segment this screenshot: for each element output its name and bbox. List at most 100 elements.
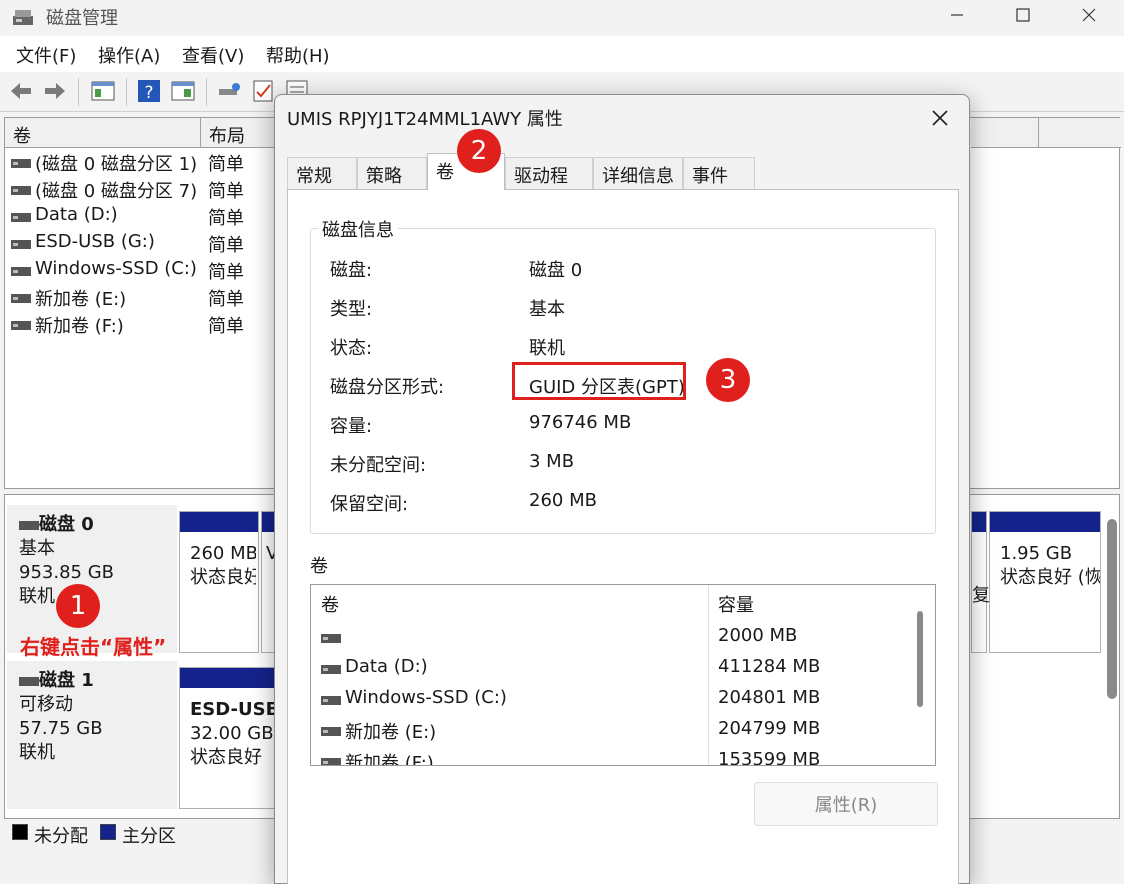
drive-icon bbox=[321, 696, 341, 705]
column-header-volume[interactable]: 卷 bbox=[5, 118, 201, 148]
info-value-disk: 磁盘 0 bbox=[529, 260, 583, 281]
volume-layout: 简单 bbox=[208, 235, 244, 256]
volume-layout: 简单 bbox=[208, 208, 244, 229]
partition-disk0-6[interactable]: 1.95 GB 状态良好 (恢 bbox=[989, 511, 1101, 653]
info-value-unallocated: 3 MB bbox=[529, 451, 575, 472]
partition-text: ESD-USB 32.00 GB 状态良好 bbox=[190, 699, 276, 768]
info-value-type: 基本 bbox=[529, 299, 565, 320]
tab-general[interactable]: 常规 bbox=[287, 157, 357, 189]
toolbar-separator bbox=[206, 78, 207, 106]
checklist-icon[interactable] bbox=[250, 78, 276, 104]
partition-bar bbox=[180, 512, 258, 532]
info-value-capacity: 976746 MB bbox=[529, 412, 632, 433]
tab-panel-volumes: 磁盘信息 磁盘: 磁盘 0 类型: 基本 状态: 联机 磁盘分区形式: GUID… bbox=[287, 189, 959, 884]
title-bar: 磁盘管理 bbox=[0, 0, 1124, 36]
drive-icon bbox=[11, 240, 31, 249]
volume-name: Data (D:) bbox=[35, 204, 118, 225]
drive-icon bbox=[11, 186, 31, 195]
volume-table-capacity: 2000 MB bbox=[718, 625, 798, 646]
partition-disk0-5[interactable]: 复 bbox=[971, 511, 990, 653]
volume-layout: 简单 bbox=[208, 316, 244, 337]
volume-row[interactable]: ESD-USB (G:) 简单 bbox=[5, 231, 275, 258]
step-1-instruction: 右键点击“属性” bbox=[20, 635, 167, 659]
column-header-layout[interactable]: 布局 bbox=[201, 118, 277, 148]
help-icon[interactable]: ? bbox=[136, 78, 162, 104]
drive-icon bbox=[321, 758, 341, 765]
volumes-table-scrollbar[interactable] bbox=[917, 611, 923, 707]
info-label-disk: 磁盘: bbox=[330, 260, 373, 281]
partition-bar bbox=[972, 512, 986, 532]
volume-table-row[interactable]: 2000 MB bbox=[311, 623, 911, 654]
volume-table-row[interactable]: Data (D:) 411284 MB bbox=[311, 654, 911, 685]
drive-icon bbox=[11, 294, 31, 303]
volume-table-row[interactable]: 新加卷 (F:) 153599 MB bbox=[311, 747, 911, 766]
menu-action[interactable]: 操作(A) bbox=[98, 42, 160, 68]
column-header-extra[interactable] bbox=[1039, 118, 1121, 148]
back-arrow-icon[interactable] bbox=[8, 78, 34, 104]
close-icon bbox=[1082, 8, 1096, 22]
volume-name: 新加卷 (E:) bbox=[35, 289, 127, 310]
volume-row[interactable]: 新加卷 (F:) 简单 bbox=[5, 312, 275, 339]
volume-table-name: 新加卷 (E:) bbox=[345, 722, 437, 743]
partition-disk1-1[interactable]: ESD-USB 32.00 GB 状态良好 bbox=[179, 667, 279, 809]
drive-icon bbox=[321, 634, 341, 643]
disk-1-label[interactable]: 磁盘 1 可移动 57.75 GB 联机 bbox=[7, 661, 177, 809]
drive-icon bbox=[19, 676, 39, 686]
forward-arrow-icon[interactable] bbox=[42, 78, 68, 104]
tab-events[interactable]: 事件 bbox=[683, 157, 755, 189]
close-button[interactable] bbox=[1054, 0, 1124, 30]
volume-layout: 简单 bbox=[208, 154, 244, 175]
svg-text:?: ? bbox=[144, 83, 153, 103]
volume-row[interactable]: 新加卷 (E:) 简单 bbox=[5, 285, 275, 312]
info-value-status: 联机 bbox=[529, 338, 565, 359]
volumes-header-capacity[interactable]: 容量 bbox=[718, 591, 754, 617]
tab-policies[interactable]: 策略 bbox=[357, 157, 427, 189]
volume-table-capacity: 411284 MB bbox=[718, 656, 821, 677]
partition-text: 260 MB 状态良好 bbox=[190, 543, 256, 588]
volume-row[interactable]: (磁盘 0 磁盘分区 7) 简单 bbox=[5, 177, 275, 204]
console-tree-icon[interactable] bbox=[90, 78, 116, 104]
volume-table-name: Data (D:) bbox=[345, 656, 428, 677]
highlight-box bbox=[512, 362, 686, 400]
menu-help[interactable]: 帮助(H) bbox=[266, 42, 330, 68]
properties-panel-icon[interactable] bbox=[170, 78, 196, 104]
dialog-close-button[interactable] bbox=[925, 103, 955, 133]
drive-icon bbox=[11, 159, 31, 168]
column-header-extra[interactable] bbox=[971, 118, 1039, 148]
partition-bar bbox=[990, 512, 1100, 532]
volume-row[interactable]: Windows-SSD (C:) 简单 bbox=[5, 258, 275, 285]
menu-file[interactable]: 文件(F) bbox=[16, 42, 76, 68]
disk-map-scrollbar[interactable] bbox=[1107, 519, 1117, 699]
connect-icon[interactable] bbox=[216, 78, 242, 104]
disk-info-title: 磁盘信息 bbox=[318, 216, 398, 242]
volume-row[interactable]: Data (D:) 简单 bbox=[5, 204, 275, 231]
close-icon bbox=[932, 110, 948, 126]
partition-disk0-1[interactable]: 260 MB 状态良好 bbox=[179, 511, 259, 653]
info-label-capacity: 容量: bbox=[330, 416, 373, 437]
info-label-reserved: 保留空间: bbox=[330, 494, 409, 515]
disk-size: 953.85 GB bbox=[19, 562, 115, 583]
drive-icon bbox=[321, 665, 341, 674]
menu-view[interactable]: 查看(V) bbox=[182, 42, 244, 68]
volume-table-capacity: 153599 MB bbox=[718, 749, 821, 766]
volume-table-name: Windows-SSD (C:) bbox=[345, 687, 507, 708]
legend-label-primary: 主分区 bbox=[122, 826, 176, 847]
partition-bar bbox=[180, 668, 278, 688]
tab-details[interactable]: 详细信息 bbox=[593, 157, 683, 189]
volumes-header-volume[interactable]: 卷 bbox=[321, 591, 339, 617]
menu-bar: 文件(F) 操作(A) 查看(V) 帮助(H) bbox=[0, 36, 1124, 72]
volume-table-row[interactable]: Windows-SSD (C:) 204801 MB bbox=[311, 685, 911, 716]
tab-driver[interactable]: 驱动程序 bbox=[505, 157, 593, 213]
step-1-marker: 1 bbox=[56, 584, 100, 628]
disk-management-app-icon bbox=[13, 10, 33, 25]
toolbar-separator bbox=[126, 78, 127, 106]
volume-table-row[interactable]: 新加卷 (E:) 204799 MB bbox=[311, 716, 911, 747]
volume-row[interactable]: (磁盘 0 磁盘分区 1) 简单 bbox=[5, 150, 275, 177]
volume-table-capacity: 204799 MB bbox=[718, 718, 821, 739]
maximize-button[interactable] bbox=[988, 0, 1058, 30]
volumes-section-title: 卷 bbox=[310, 556, 328, 577]
legend-label-unallocated: 未分配 bbox=[34, 826, 88, 847]
properties-button[interactable]: 属性(R) bbox=[754, 782, 938, 826]
info-label-status: 状态: bbox=[330, 338, 373, 359]
minimize-button[interactable] bbox=[922, 0, 992, 30]
